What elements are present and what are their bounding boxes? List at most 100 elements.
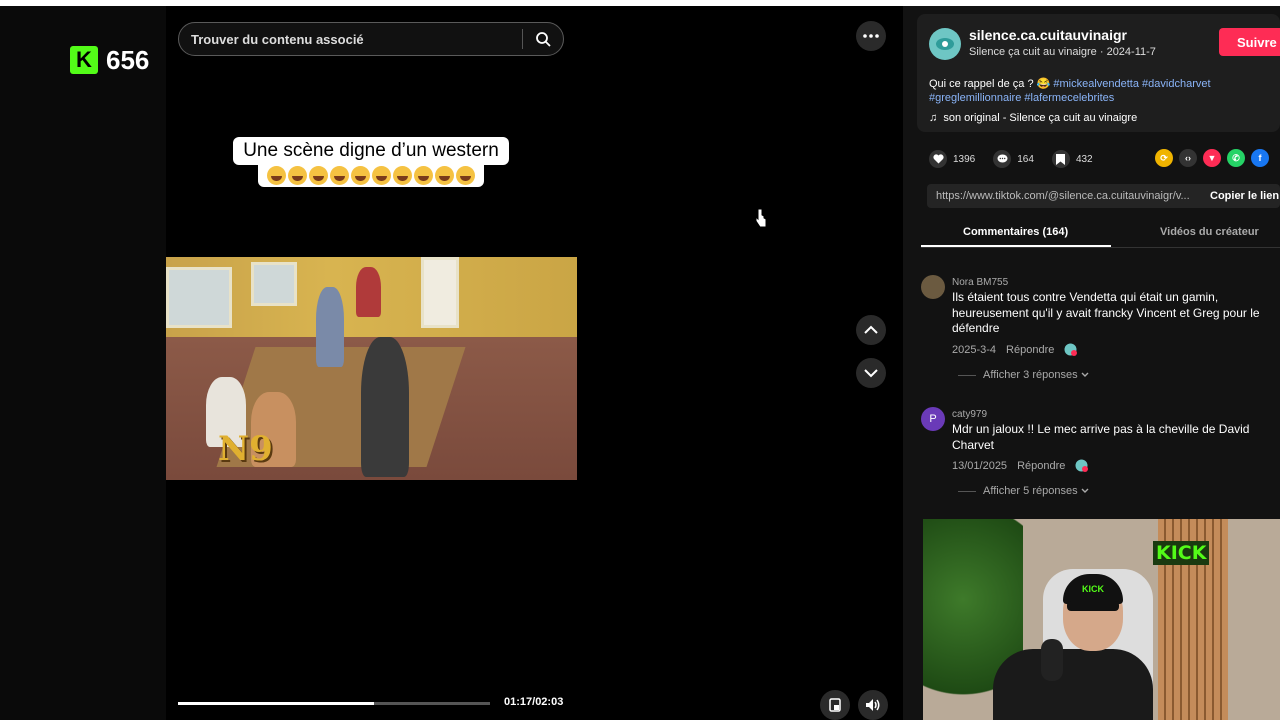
viewer-count: 656 [106, 44, 150, 75]
creator-liked-icon [1064, 343, 1078, 356]
comment-item: P caty979 Mdr un jaloux !! Le mec arrive… [921, 407, 1276, 507]
mouse-cursor [755, 208, 767, 233]
pip-button[interactable] [820, 690, 850, 720]
video-player[interactable]: Une scène digne d’un western N9 01:17/02… [166, 6, 577, 720]
microphone [1041, 639, 1063, 681]
commenter-name[interactable]: caty979 [952, 409, 987, 420]
search-bar [178, 22, 564, 56]
progress-bar[interactable] [178, 702, 490, 705]
music-info[interactable]: ♫ son original - Silence ça cuit au vina… [929, 112, 1137, 124]
progress-fill [178, 702, 374, 705]
like-count: 1396 [953, 153, 976, 165]
creator-liked-icon [1075, 459, 1089, 472]
copy-link-button[interactable]: Copier le lien [1210, 190, 1280, 202]
video-frame[interactable]: N9 [166, 257, 577, 480]
comment-icon [993, 150, 1012, 168]
like-stat[interactable]: 1396 [929, 150, 975, 168]
chevron-down-icon [1081, 372, 1089, 377]
laughing-emoji-icon [435, 166, 454, 186]
volume-button[interactable] [858, 690, 888, 720]
laughing-emoji-icon [309, 166, 328, 186]
author-subtitle: Silence ça cuit au vinaigre · 2024-11-7 [969, 46, 1156, 58]
laughing-emoji-icon [288, 166, 307, 186]
search-icon [536, 32, 551, 47]
repost-icon[interactable]: ⟳ [1155, 149, 1173, 167]
more-options-button[interactable] [856, 21, 886, 51]
kick-logo-icon: K [70, 46, 98, 74]
laughing-emoji-icon [267, 166, 286, 186]
eye-logo-icon [936, 38, 954, 50]
chevron-up-icon [864, 325, 878, 334]
scene-door [421, 257, 459, 328]
tab-creator-videos[interactable]: Vidéos du créateur [1160, 226, 1259, 238]
heart-icon [929, 150, 947, 168]
send-icon[interactable]: ▼ [1203, 149, 1221, 167]
music-note-icon: ♫ [929, 112, 938, 124]
video-url[interactable]: https://www.tiktok.com/@silence.ca.cuita… [927, 190, 1210, 202]
streamer-webcam: KICK KICK [923, 519, 1280, 720]
hashtag[interactable]: #mickealvendetta [1053, 78, 1139, 90]
reply-button[interactable]: Répondre [1006, 344, 1054, 356]
reply-button[interactable]: Répondre [1017, 460, 1065, 472]
show-replies-label: Afficher 3 réponses [983, 369, 1078, 381]
volume-icon [866, 699, 880, 711]
author-avatar[interactable] [929, 28, 961, 60]
scene-window [251, 262, 297, 306]
kick-neon-sign: KICK [1153, 541, 1210, 565]
scene-person [316, 287, 344, 367]
laughing-emoji-icon [393, 166, 412, 186]
previous-video-button[interactable] [856, 315, 886, 345]
hashtag[interactable]: #lafermecelebrites [1024, 92, 1114, 104]
comment-count: 164 [1017, 153, 1034, 165]
search-button[interactable] [523, 23, 563, 55]
panel-tabs: Commentaires (164) Vidéos du créateur [921, 221, 1280, 248]
tab-comments[interactable]: Commentaires (164) [963, 226, 1068, 238]
scene-person [361, 337, 409, 477]
comment-date: 13/01/2025 [952, 459, 1008, 472]
caption-emojis [258, 163, 484, 188]
caption-text: Une scène digne d’un western [233, 137, 509, 165]
commenter-name[interactable]: Nora BM755 [952, 277, 1008, 288]
laughing-emoji-icon [456, 166, 475, 186]
comment-text: Mdr un jaloux !! Le mec arrive pas à la … [952, 422, 1250, 452]
show-replies-button[interactable]: Afficher 5 réponses [958, 485, 1089, 497]
commenter-avatar[interactable] [921, 275, 945, 299]
save-stat[interactable]: 432 [1051, 150, 1093, 168]
comment-text: Ils étaient tous contre Vendetta qui éta… [952, 290, 1260, 335]
kick-viewer-badge: K 656 [70, 44, 149, 76]
left-background [0, 6, 166, 720]
hand-cursor-icon [755, 208, 767, 228]
share-icons: ⟳ ‹› ▼ ✆ f [1155, 149, 1269, 167]
show-replies-button[interactable]: Afficher 3 réponses [958, 369, 1089, 381]
comment-stat[interactable]: 164 [993, 150, 1034, 168]
comment-meta: 2025-3-4 Répondre [952, 343, 1078, 356]
whatsapp-icon[interactable]: ✆ [1227, 149, 1245, 167]
description-text: Qui ce rappel de ça ? 😂 [929, 78, 1054, 90]
search-input[interactable] [179, 30, 522, 48]
picture-in-picture-icon [829, 698, 841, 712]
show-replies-label: Afficher 5 réponses [983, 485, 1078, 497]
more-dots-icon [863, 34, 879, 38]
laughing-emoji-icon [330, 166, 349, 186]
comment-meta: 13/01/2025 Répondre [952, 459, 1089, 472]
save-count: 432 [1075, 153, 1093, 165]
comment-item: Nora BM755 Ils étaient tous contre Vende… [921, 275, 1276, 381]
comment-date: 2025-3-4 [952, 343, 997, 356]
facebook-icon[interactable]: f [1251, 149, 1269, 167]
stats-bar: 1396 164 432 [929, 149, 1111, 169]
streamer-glasses [1067, 601, 1119, 611]
music-title: son original - Silence ça cuit au vinaig… [943, 112, 1138, 124]
embed-icon[interactable]: ‹› [1179, 149, 1197, 167]
commenter-avatar[interactable]: P [921, 407, 945, 431]
next-video-button[interactable] [856, 358, 886, 388]
laughing-emoji-icon [414, 166, 433, 186]
follow-button[interactable]: Suivre [1219, 28, 1280, 56]
active-tab-indicator [921, 245, 1111, 247]
video-description: Qui ce rappel de ça ? 😂 #mickealvendetta… [929, 77, 1259, 105]
chevron-down-icon [864, 369, 878, 378]
hashtag[interactable]: #davidcharvet [1142, 78, 1211, 90]
bookmark-icon [1051, 150, 1070, 168]
author-username[interactable]: silence.ca.cuitauvinaigr [969, 27, 1127, 43]
laughing-emoji-icon [372, 166, 391, 186]
hashtag[interactable]: #greglemillionnaire [929, 92, 1021, 104]
